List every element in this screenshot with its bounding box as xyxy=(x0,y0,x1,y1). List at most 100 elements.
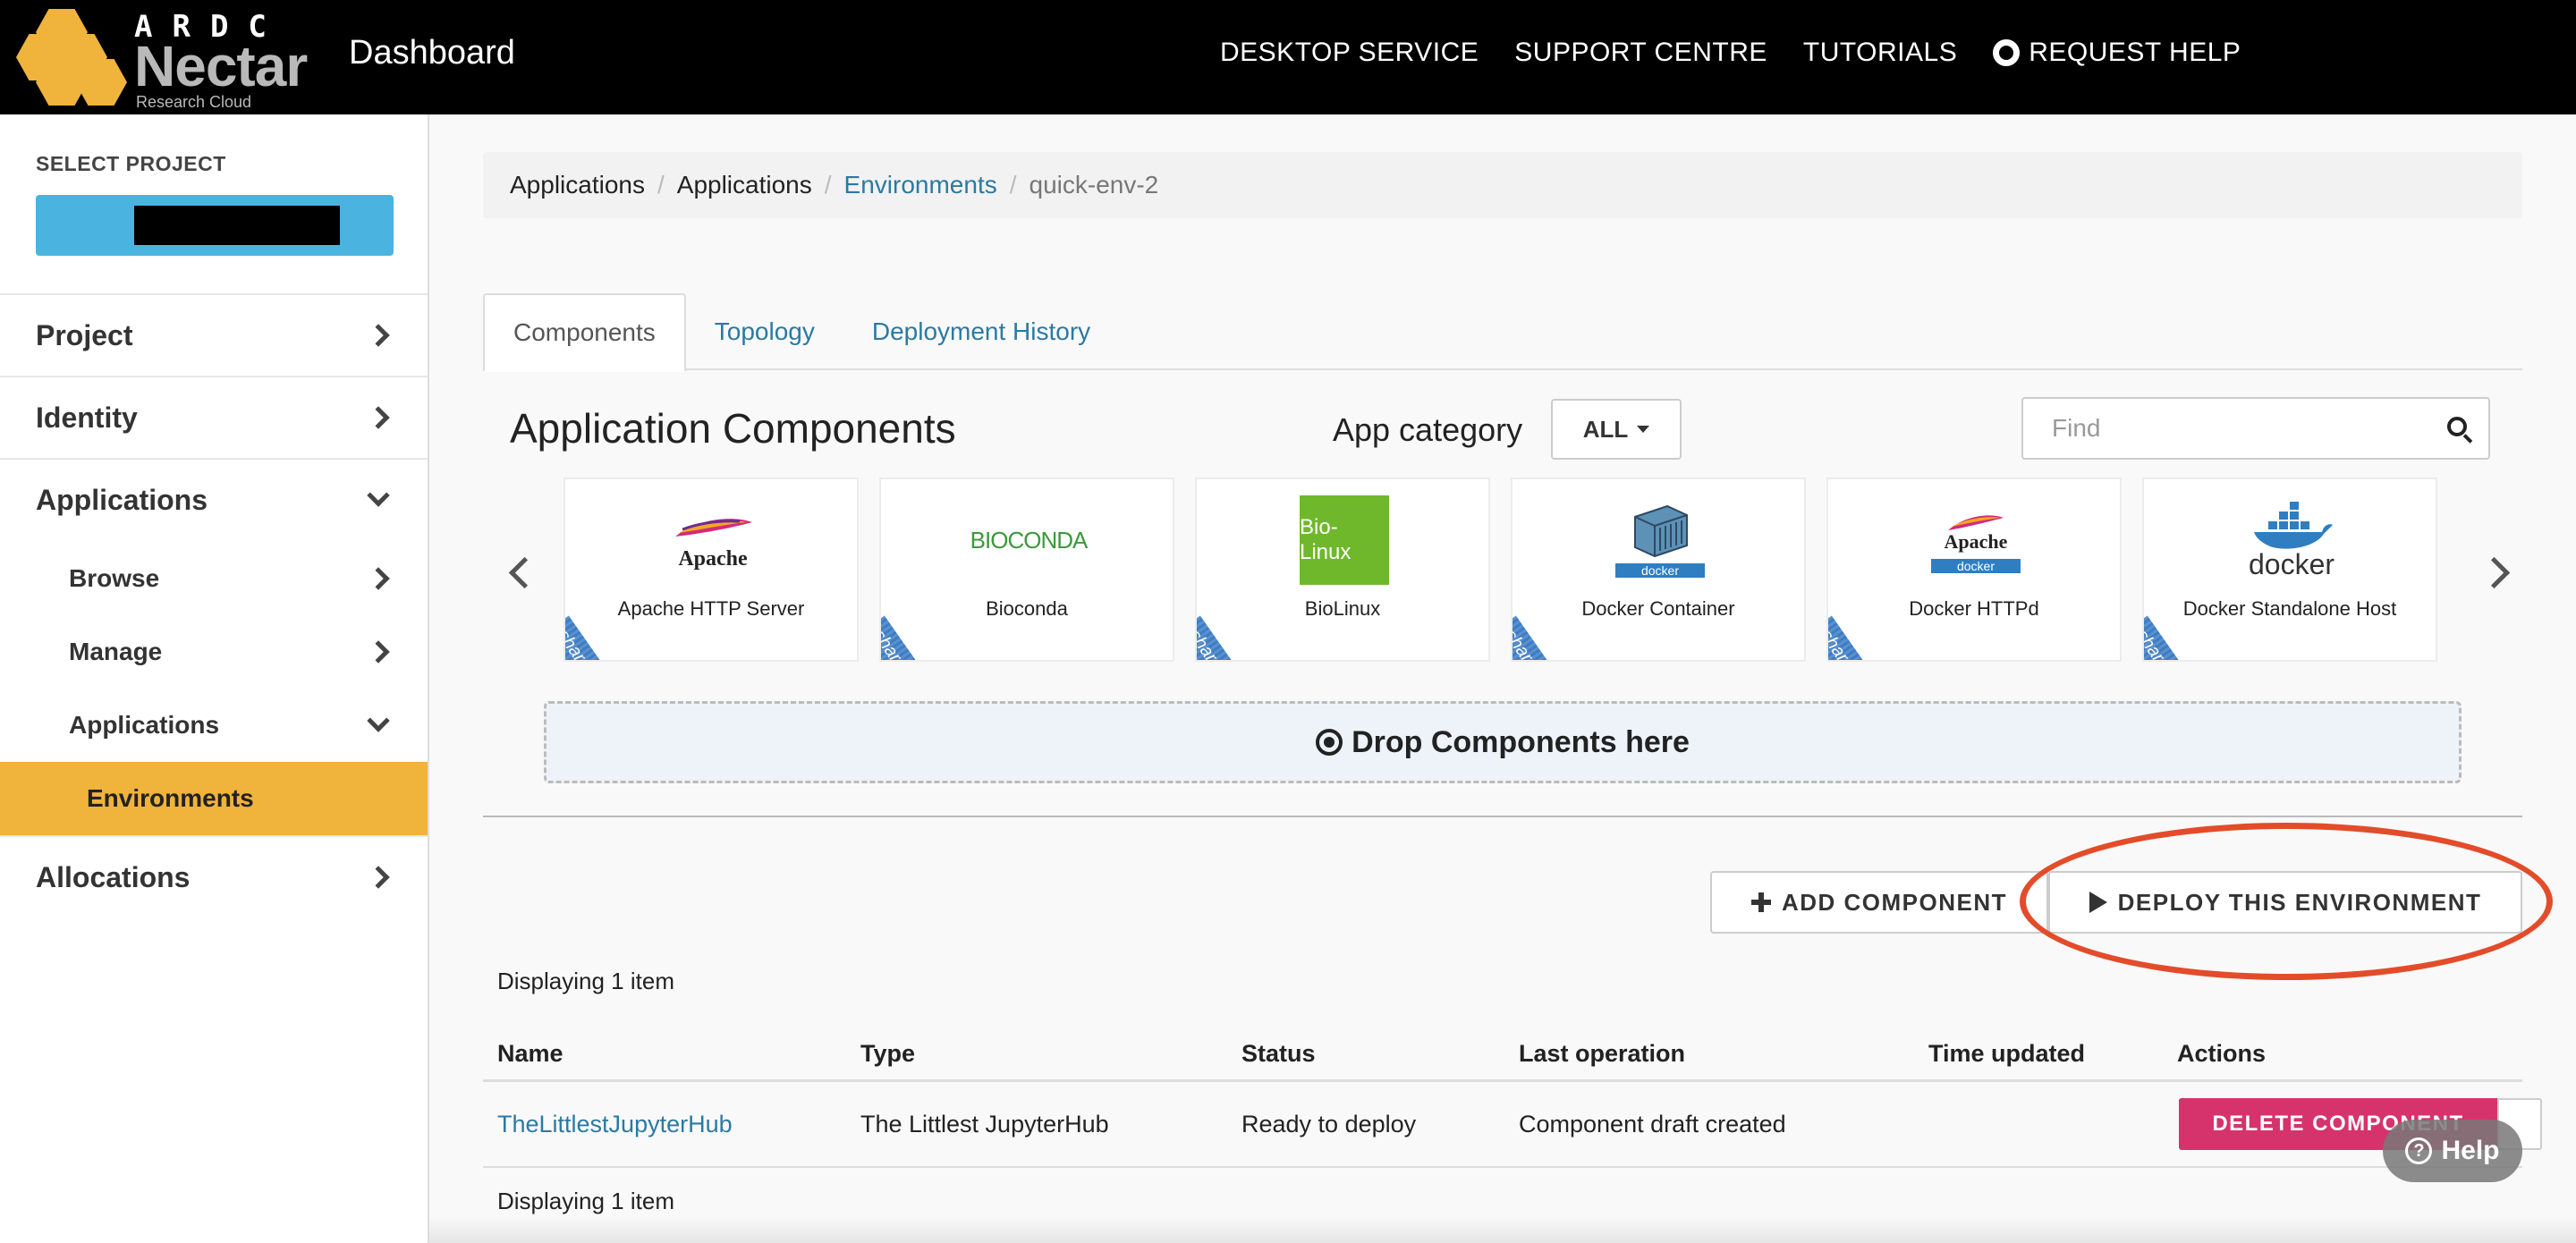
nav-tutorials[interactable]: TUTORIALS xyxy=(1803,38,1957,68)
sidebar-item-label: Project xyxy=(36,318,133,351)
docker-badge: docker xyxy=(1615,563,1705,578)
chevron-right-icon xyxy=(367,640,390,664)
breadcrumb-item: Applications xyxy=(510,171,645,199)
shared-ribbon: shared xyxy=(881,615,962,660)
chevron-right-icon xyxy=(367,567,390,590)
column-header-time-updated[interactable]: Time updated xyxy=(1928,1028,2085,1078)
dashboard-title[interactable]: Dashboard xyxy=(349,34,515,72)
column-header-name[interactable]: Name xyxy=(497,1028,564,1078)
highlight-annotation-ellipse xyxy=(2020,823,2553,980)
breadcrumb: Applications / Applications / Environmen… xyxy=(483,152,2522,218)
sidebar-item-identity[interactable]: Identity xyxy=(0,376,428,458)
add-component-button[interactable]: ADD COMPONENT xyxy=(1710,871,2048,934)
component-card[interactable]: Apache Apache HTTP Server shared xyxy=(564,478,859,662)
breadcrumb-item: Applications xyxy=(676,171,812,199)
tab-deployment-history[interactable]: Deployment History xyxy=(843,293,1119,370)
redacted-project-name xyxy=(134,206,340,245)
app-category-dropdown[interactable]: ALL xyxy=(1551,399,1682,460)
nectar-logo[interactable]: ARDC Nectar Research Cloud xyxy=(16,7,356,111)
component-name: Bioconda xyxy=(986,597,1068,620)
nav-support-centre[interactable]: SUPPORT CENTRE xyxy=(1514,38,1767,68)
component-status: Ready to deploy xyxy=(1241,1110,1417,1137)
chevron-right-icon xyxy=(367,406,390,429)
chevron-down-icon xyxy=(367,709,390,732)
tab-topology[interactable]: Topology xyxy=(686,293,843,370)
column-header-status[interactable]: Status xyxy=(1241,1028,1316,1078)
bullseye-icon xyxy=(1316,729,1343,756)
sidebar-item-applications[interactable]: Applications xyxy=(0,458,428,540)
item-count-top: Displaying 1 item xyxy=(497,968,674,994)
apache-logo-icon: Apache xyxy=(668,495,758,585)
help-label: Help xyxy=(2441,1136,2500,1165)
drop-components-zone[interactable]: Drop Components here xyxy=(544,701,2462,783)
column-header-actions: Actions xyxy=(2177,1039,2267,1067)
shared-ribbon: shared xyxy=(1828,615,1909,660)
sidebar-item-browse[interactable]: Browse xyxy=(0,542,428,615)
chevron-right-icon xyxy=(367,324,390,347)
breadcrumb-separator: / xyxy=(824,171,832,199)
sidebar-item-applications-sub[interactable]: Applications xyxy=(0,689,428,762)
sidebar-item-label: Environments xyxy=(87,784,254,812)
application-components-title: Application Components xyxy=(510,405,956,452)
add-component-label: ADD COMPONENT xyxy=(1781,888,2008,916)
component-type: The Littlest JupyterHub xyxy=(860,1110,1109,1137)
component-name: Docker Container xyxy=(1581,597,1735,620)
component-card[interactable]: Bio-Linux BioLinux shared xyxy=(1195,478,1490,662)
tab-components[interactable]: Components xyxy=(483,293,686,372)
shared-ribbon: shared xyxy=(1197,615,1277,660)
component-name: Docker HTTPd xyxy=(1909,597,2039,620)
sidebar-item-label: Applications xyxy=(36,483,208,516)
component-card[interactable]: Apache docker Docker HTTPd shared xyxy=(1826,478,2122,662)
lifebuoy-icon xyxy=(1993,39,2021,66)
breadcrumb-separator: / xyxy=(657,171,665,199)
find-input[interactable] xyxy=(2023,399,2435,458)
nav-desktop-service[interactable]: DESKTOP SERVICE xyxy=(1220,38,1479,68)
question-circle-icon: ? xyxy=(2405,1137,2433,1164)
column-header-last-operation[interactable]: Last operation xyxy=(1519,1028,1685,1078)
sidebar-item-manage[interactable]: Manage xyxy=(0,615,428,689)
sidebar-item-project[interactable]: Project xyxy=(0,293,428,376)
carousel-next-icon[interactable] xyxy=(2479,554,2512,587)
table-header: Name Type Status Last operation Time upd… xyxy=(483,1028,2522,1082)
sidebar-item-label: Identity xyxy=(36,401,138,434)
item-count-bottom: Displaying 1 item xyxy=(497,1188,674,1214)
shared-ribbon: shared xyxy=(2144,615,2224,660)
logo-nectar-text: Nectar xyxy=(134,34,308,98)
nav-request-help[interactable]: REQUEST HELP xyxy=(1993,38,2241,68)
component-name-link[interactable]: TheLittlestJupyterHub xyxy=(497,1082,733,1166)
section-divider xyxy=(483,816,2522,817)
docker-badge: docker xyxy=(1931,559,2021,573)
sidebar: SELECT PROJECT Project Identity Applicat… xyxy=(0,114,429,1243)
bioconda-logo-icon: BIOCONDA xyxy=(970,495,1089,585)
component-name: BioLinux xyxy=(1304,597,1381,620)
sidebar-item-label: Browse xyxy=(69,564,160,592)
carousel-prev-icon[interactable] xyxy=(503,554,535,587)
search-icon[interactable] xyxy=(2447,417,2467,436)
chevron-right-icon xyxy=(367,866,390,889)
bottom-shadow xyxy=(429,1216,2576,1243)
component-name: Docker Standalone Host xyxy=(2182,597,2397,620)
help-button[interactable]: ? Help xyxy=(2383,1120,2522,1182)
docker-logo-text: docker xyxy=(2248,548,2335,580)
shared-ribbon: shared xyxy=(1513,615,1593,660)
drop-zone-label: Drop Components here xyxy=(1352,724,1690,759)
column-header-type[interactable]: Type xyxy=(860,1028,915,1078)
component-card[interactable]: BIOCONDA Bioconda shared xyxy=(879,478,1174,662)
chevron-down-icon xyxy=(367,484,390,507)
plus-icon xyxy=(1750,892,1771,912)
sidebar-item-label: Applications xyxy=(69,711,220,739)
sidebar-item-label: Manage xyxy=(69,638,163,665)
apache-logo-text: Apache xyxy=(1944,530,2008,553)
project-selector-button[interactable] xyxy=(36,195,394,256)
app-category-label: App category xyxy=(1333,411,1523,448)
select-project-label: SELECT PROJECT xyxy=(36,152,226,175)
component-card[interactable]: docker Docker Standalone Host shared xyxy=(2142,478,2437,662)
breadcrumb-link-environments[interactable]: Environments xyxy=(844,171,997,199)
sidebar-item-allocations[interactable]: Allocations xyxy=(0,835,428,917)
sidebar-item-environments[interactable]: Environments xyxy=(0,762,428,835)
tab-bar: Components Topology Deployment History xyxy=(483,293,2522,372)
logo-subtitle: Research Cloud xyxy=(136,93,252,111)
docker-httpd-logo-icon: Apache docker xyxy=(1931,495,2021,585)
component-card[interactable]: docker Docker Container shared xyxy=(1511,478,1806,662)
biolinux-logo-text: Bio-Linux xyxy=(1300,515,1352,564)
